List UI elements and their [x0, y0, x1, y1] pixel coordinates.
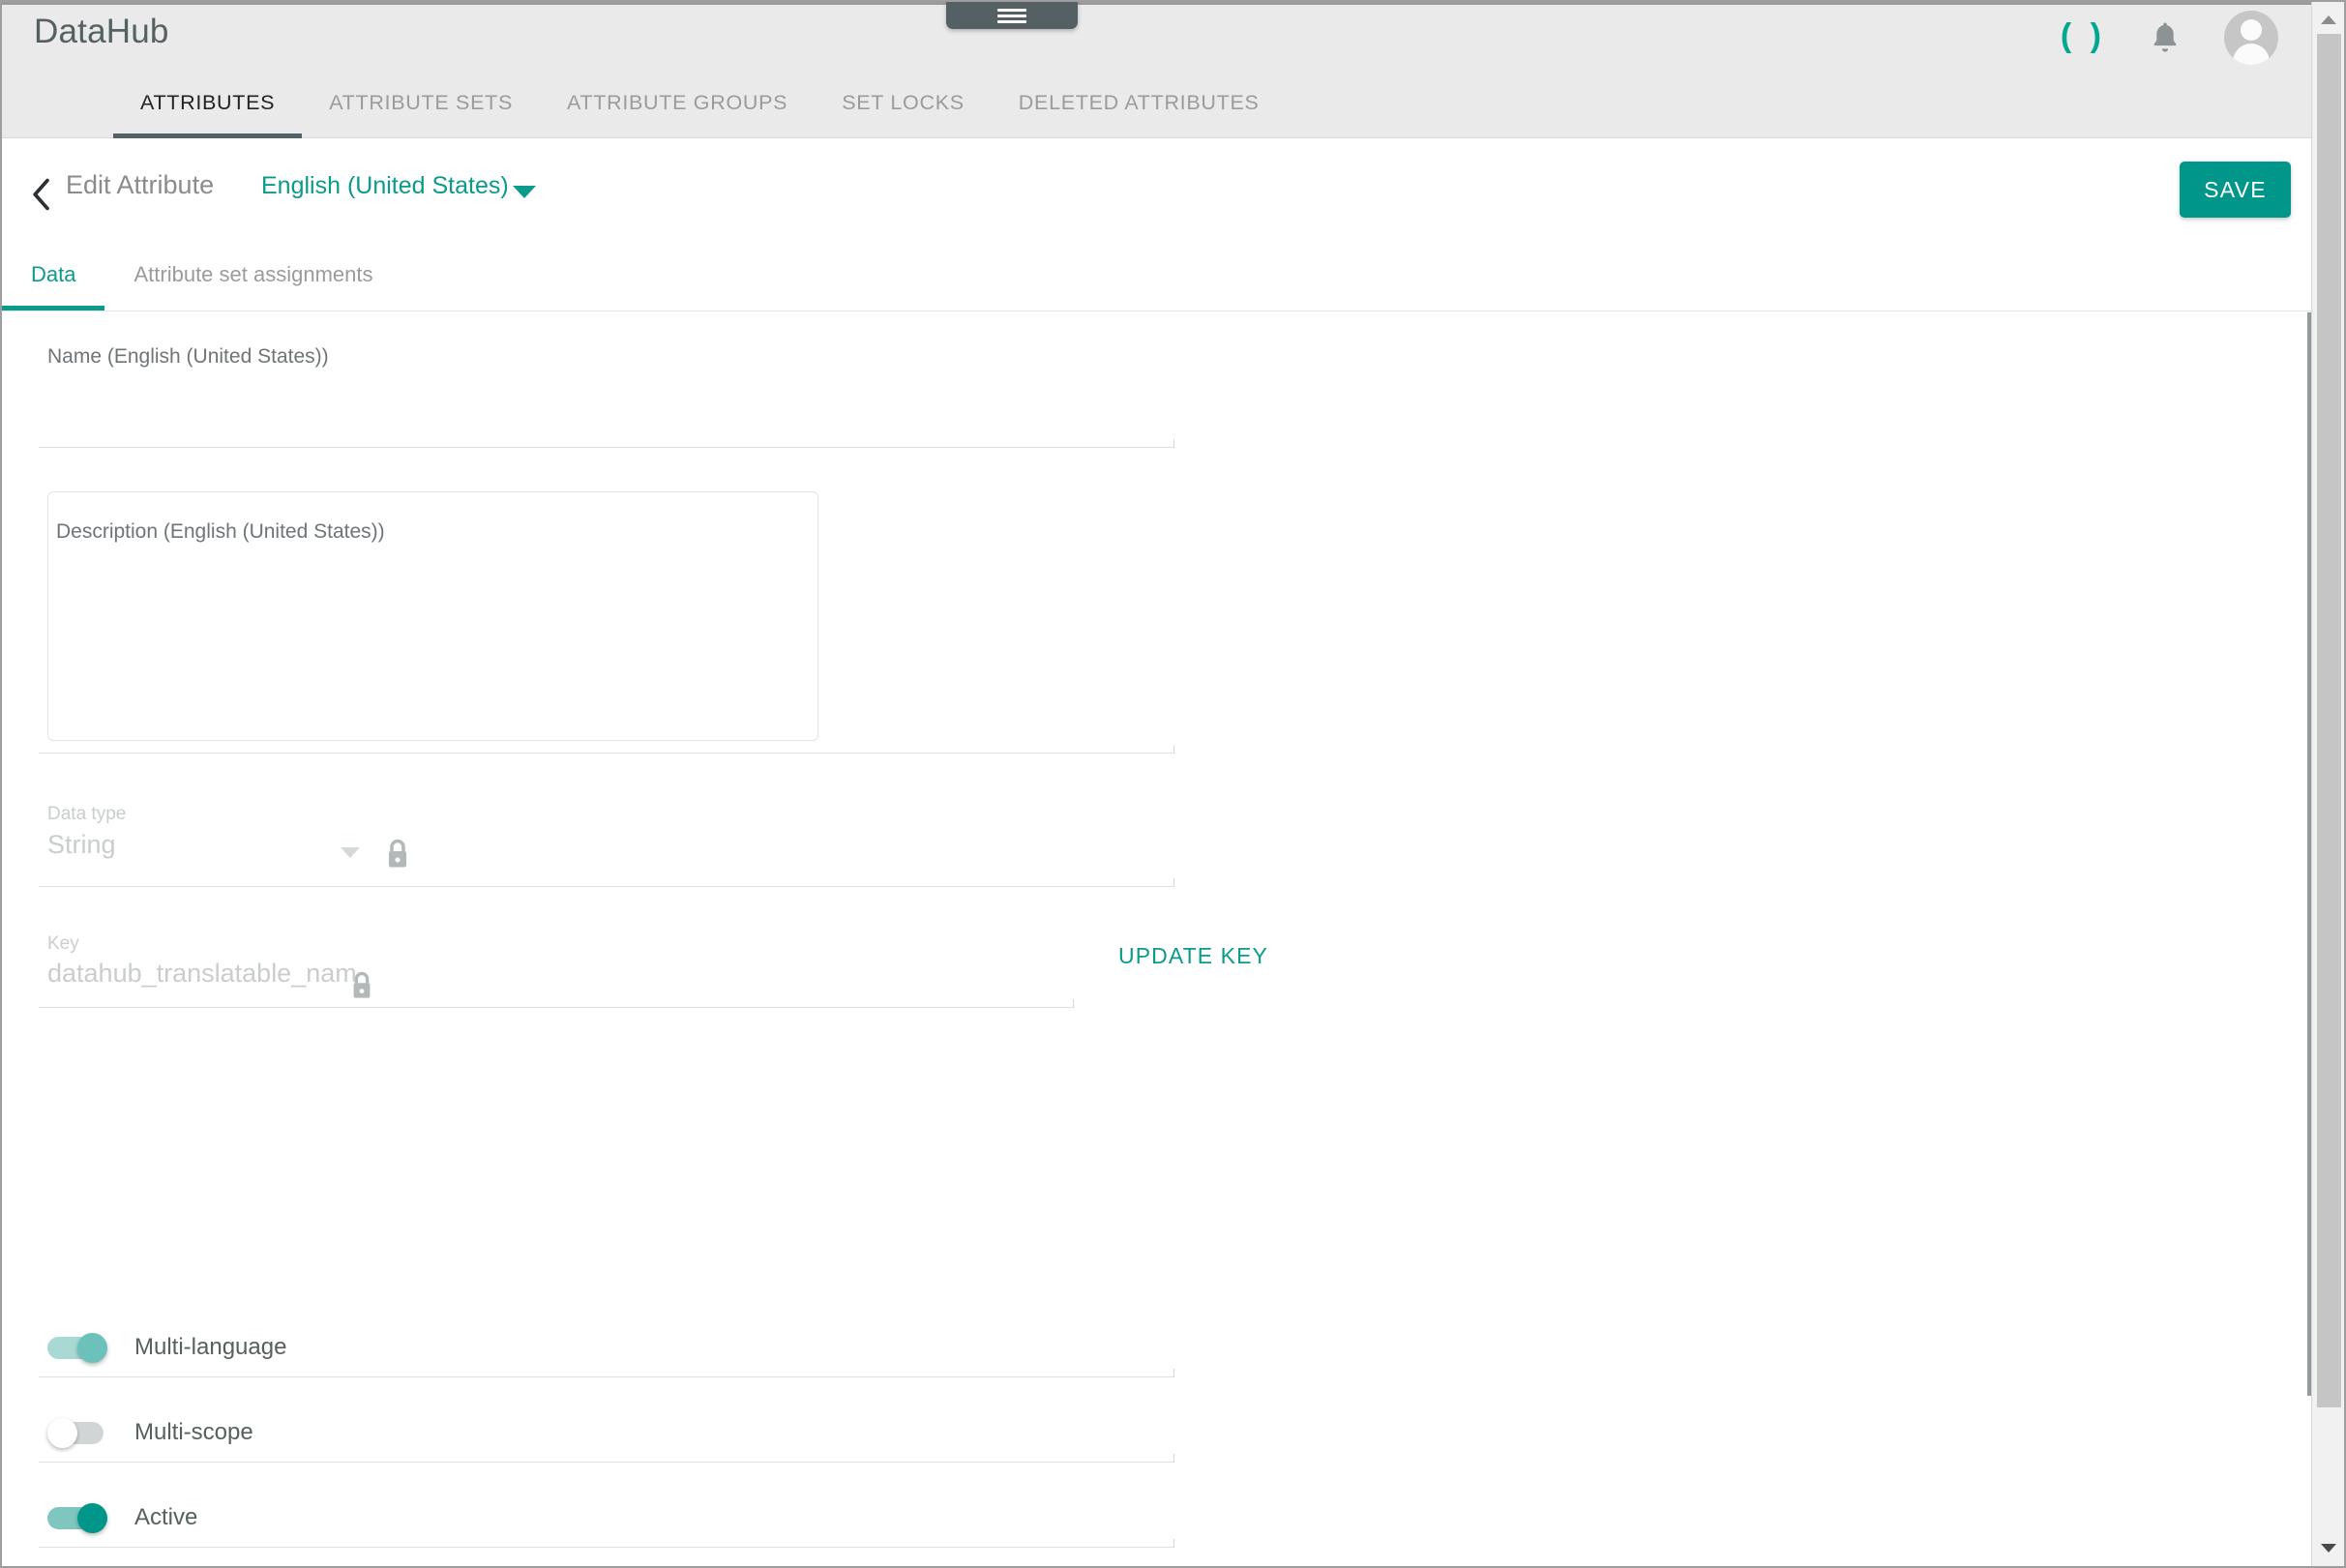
save-button[interactable]: SAVE	[2180, 162, 2291, 218]
toggle-knob	[47, 1418, 77, 1448]
active-toggle[interactable]	[47, 1503, 107, 1533]
multi-scope-toggle[interactable]	[47, 1418, 107, 1448]
page-scrollbar-thumb[interactable]	[2317, 34, 2341, 1407]
description-underline	[39, 745, 1174, 754]
tab-set-locks-label: SET LOCKS	[842, 91, 965, 114]
page-title: Edit Attribute	[66, 170, 215, 199]
lock-icon	[348, 969, 375, 1002]
multi-scope-underline	[39, 1454, 1174, 1463]
tab-attributes[interactable]: ATTRIBUTES	[113, 68, 303, 138]
tab-deleted-attributes[interactable]: DELETED ATTRIBUTES	[992, 68, 1287, 138]
avatar-head	[2241, 19, 2262, 41]
form-content: Name (English (United States)) Descripti…	[2, 312, 2311, 1566]
data-type-underline	[39, 878, 1174, 887]
app-window: DataHub ( ) ATTRIBUTES ATTRIBUTE SETS AT…	[0, 0, 2346, 1568]
language-selector[interactable]: English (United States)	[261, 172, 509, 200]
multi-language-row[interactable]: Multi-language	[47, 1333, 287, 1363]
active-row[interactable]: Active	[47, 1503, 198, 1533]
tab-attributes-label: ATTRIBUTES	[140, 91, 276, 114]
hamburger-menu-icon[interactable]	[946, 2, 1078, 29]
key-underline	[39, 999, 1074, 1008]
data-type-label: Data type	[47, 804, 127, 824]
toggle-knob	[77, 1333, 107, 1363]
active-label: Active	[134, 1504, 198, 1530]
avatar-body	[2233, 44, 2270, 65]
toggle-knob	[77, 1503, 107, 1533]
multi-scope-label: Multi-scope	[134, 1419, 253, 1445]
multi-language-underline	[39, 1369, 1174, 1377]
tab-data-label: Data	[31, 262, 76, 286]
tab-data[interactable]: Data	[2, 239, 105, 311]
chevron-down-icon[interactable]	[513, 186, 536, 198]
update-key-button[interactable]: UPDATE KEY	[1118, 943, 1268, 969]
app-brand: DataHub	[34, 13, 169, 50]
edit-attribute-header: Edit Attribute English (United States)	[2, 139, 2311, 239]
top-bar: DataHub ( )	[2, 2, 2311, 68]
loading-parentheses-icon[interactable]: ( )	[2061, 19, 2106, 52]
data-type-select[interactable]: String	[47, 830, 116, 860]
primary-nav-tabs: ATTRIBUTES ATTRIBUTE SETS ATTRIBUTE GROU…	[2, 68, 2311, 138]
multi-language-label: Multi-language	[134, 1334, 287, 1360]
user-avatar-icon[interactable]	[2224, 11, 2278, 65]
detail-subtabs: Data Attribute set assignments	[2, 239, 2311, 311]
name-input[interactable]	[39, 439, 1174, 448]
name-field-label: Name (English (United States))	[47, 345, 329, 368]
lock-icon	[383, 837, 412, 872]
top-bar-actions: ( )	[2061, 5, 2300, 71]
tab-attribute-set-assignments[interactable]: Attribute set assignments	[104, 239, 401, 311]
notifications-bell-icon[interactable]	[2147, 17, 2183, 58]
back-chevron-icon[interactable]	[31, 178, 52, 211]
scroll-up-arrow-icon[interactable]	[2320, 15, 2336, 24]
tab-attribute-set-assignments-label: Attribute set assignments	[134, 262, 373, 286]
scroll-down-arrow-icon[interactable]	[2320, 1544, 2336, 1553]
tab-set-locks[interactable]: SET LOCKS	[815, 68, 992, 138]
description-field-label: Description (English (United States))	[56, 520, 385, 543]
tab-deleted-attributes-label: DELETED ATTRIBUTES	[1018, 91, 1260, 114]
tab-attribute-sets[interactable]: ATTRIBUTE SETS	[302, 68, 540, 138]
chevron-down-icon	[341, 847, 360, 858]
tab-attribute-sets-label: ATTRIBUTE SETS	[329, 91, 513, 114]
multi-language-toggle[interactable]	[47, 1333, 107, 1363]
tab-attribute-groups-label: ATTRIBUTE GROUPS	[566, 91, 788, 114]
key-label: Key	[47, 933, 79, 954]
description-textarea[interactable]: Description (English (United States))	[47, 491, 818, 741]
hamburger-bars	[997, 6, 1026, 26]
multi-scope-row[interactable]: Multi-scope	[47, 1418, 253, 1448]
key-input[interactable]: datahub_translatable_name	[47, 959, 355, 989]
page-scrollbar[interactable]	[2311, 2, 2344, 1566]
active-underline	[39, 1539, 1174, 1548]
tab-attribute-groups[interactable]: ATTRIBUTE GROUPS	[540, 68, 815, 138]
